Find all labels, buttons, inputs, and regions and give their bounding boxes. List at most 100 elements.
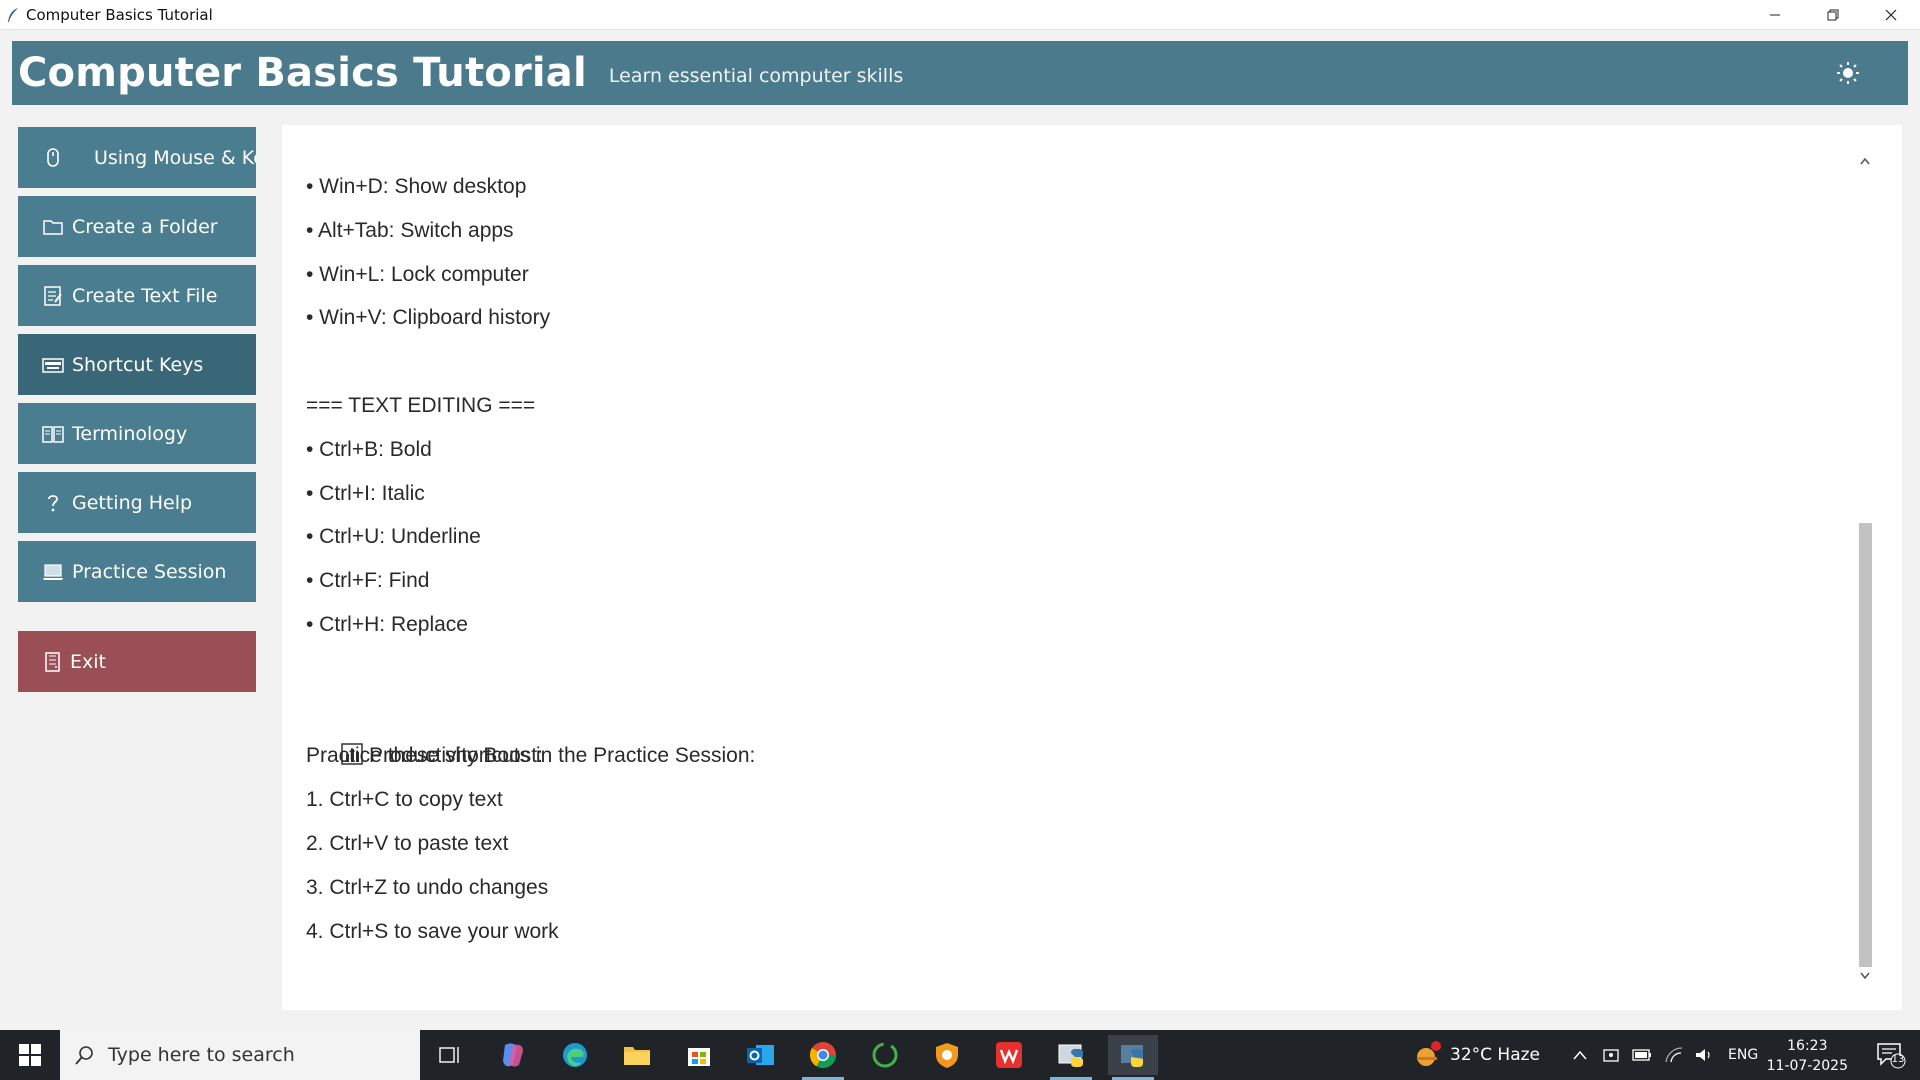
sidebar-item-getting-help[interactable]: Getting Help <box>18 472 256 533</box>
meet-now-icon[interactable] <box>1602 1046 1620 1064</box>
restore-button[interactable] <box>1804 0 1862 29</box>
window-titlebar: Computer Basics Tutorial <box>0 0 1920 30</box>
text-line: • Ctrl+H: Replace <box>306 612 468 636</box>
feather-icon <box>8 7 18 22</box>
vertical-scrollbar[interactable] <box>1856 152 1874 985</box>
sidebar-item-create-text-file[interactable]: Create Text File <box>18 265 256 326</box>
search-icon <box>75 1046 93 1065</box>
text-line <box>306 647 1806 691</box>
text-line: • Win+V: Clipboard history <box>306 306 551 330</box>
sidebar-item-label: Practice Session <box>72 560 227 583</box>
chevron-down-icon <box>1860 972 1870 980</box>
language-indicator[interactable]: ENG <box>1728 1047 1758 1063</box>
shield-icon <box>936 1043 958 1068</box>
text-line: • Ctrl+B: Bold <box>306 437 432 461</box>
outlook-icon <box>747 1045 774 1065</box>
restore-icon <box>1827 9 1839 20</box>
app-title: Computer Basics Tutorial <box>18 50 587 96</box>
scroll-up-button[interactable] <box>1856 152 1874 170</box>
search-placeholder: Type here to search <box>108 1044 295 1066</box>
chrome-app[interactable] <box>798 1035 848 1080</box>
windows-icon <box>19 1044 41 1066</box>
sidebar-item-practice-session[interactable]: Practice Session <box>18 541 256 602</box>
sidebar-item-using-mouse-keyboard[interactable]: Using Mouse & Keyboard <box>18 127 256 188</box>
volume-icon[interactable] <box>1694 1046 1714 1064</box>
book-icon <box>42 425 64 443</box>
weather-widget[interactable]: 32°C Haze <box>1414 1030 1540 1080</box>
text-line: 2. Ctrl+V to paste text <box>306 831 509 855</box>
copilot-icon <box>503 1043 523 1067</box>
sun-icon[interactable] <box>1836 61 1860 85</box>
app-header: Computer Basics Tutorial Learn essential… <box>12 41 1908 105</box>
sidebar-item-label: Create a Folder <box>72 215 218 238</box>
text-line: Practice these shortcuts in the Practice… <box>306 744 756 768</box>
window-title: Computer Basics Tutorial <box>26 5 213 24</box>
text-line: • Alt+Tab: Switch apps <box>306 218 514 242</box>
loader-app[interactable] <box>860 1035 910 1075</box>
python-window-icon <box>1058 1044 1083 1067</box>
task-view-button[interactable] <box>425 1035 475 1075</box>
store-icon <box>688 1048 710 1066</box>
chevron-up-icon[interactable] <box>1572 1049 1588 1061</box>
system-tray: ENG <box>1572 1030 1758 1080</box>
edge-app[interactable] <box>550 1035 600 1075</box>
copilot-app[interactable] <box>488 1035 538 1075</box>
laptop-icon <box>43 563 63 580</box>
task-view-icon <box>439 1047 459 1063</box>
weather-icon <box>1417 1041 1441 1066</box>
content-panel: • Win+D: Show desktop • Alt+Tab: Switch … <box>282 125 1902 1010</box>
start-button[interactable] <box>0 1030 60 1080</box>
text-line: 4. Ctrl+S to save your work <box>306 919 559 943</box>
file-explorer-app[interactable] <box>612 1035 662 1075</box>
sidebar-item-label: Using Mouse & Keyboard <box>94 146 256 169</box>
wps-app[interactable] <box>984 1035 1034 1075</box>
sidebar-item-label: Shortcut Keys <box>72 353 204 376</box>
door-icon <box>45 651 60 672</box>
productivity-heading: Productivity Boost: <box>306 691 1806 767</box>
text-line: • Win+L: Lock computer <box>306 262 529 286</box>
edge-icon <box>563 1043 587 1067</box>
circle-progress-icon <box>872 1042 898 1068</box>
exit-button[interactable]: Exit <box>18 631 256 692</box>
sidebar-item-create-folder[interactable]: Create a Folder <box>18 196 256 257</box>
text-line <box>306 340 1806 384</box>
scrollbar-thumb[interactable] <box>1859 523 1872 967</box>
clock-date: 11-07-2025 <box>1766 1058 1848 1074</box>
weather-text: 32°C Haze <box>1450 1045 1540 1065</box>
close-icon <box>1885 9 1897 20</box>
taskbar-search[interactable]: Type here to search <box>60 1030 420 1080</box>
sidebar-item-label: Create Text File <box>72 284 218 307</box>
minimize-icon <box>1770 14 1780 15</box>
python-idle-app[interactable] <box>1046 1035 1096 1080</box>
text-line: 1. Ctrl+C to copy text <box>306 788 503 812</box>
wifi-icon[interactable] <box>1664 1046 1684 1064</box>
chrome-icon <box>809 1042 837 1069</box>
clock[interactable]: 16:23 11-07-2025 <box>1767 1036 1848 1076</box>
folder-icon <box>624 1047 650 1065</box>
memo-icon <box>44 285 62 306</box>
text-line: • Win+D: Show desktop <box>306 175 527 198</box>
notification-center-button[interactable]: 13 <box>1876 1041 1906 1069</box>
text-line: • Ctrl+I: Italic <box>306 481 425 505</box>
lesson-text[interactable]: • Win+D: Show desktop • Alt+Tab: Switch … <box>306 165 1806 953</box>
outlook-app[interactable] <box>736 1035 786 1075</box>
mouse-icon <box>47 147 59 167</box>
vpn-app[interactable] <box>922 1035 972 1075</box>
question-icon <box>48 494 58 511</box>
store-app[interactable] <box>674 1035 724 1075</box>
battery-icon[interactable] <box>1632 1048 1652 1062</box>
python-icon <box>1121 1045 1143 1067</box>
minimize-button[interactable] <box>1746 0 1804 29</box>
folder-icon <box>43 219 63 235</box>
sidebar-item-shortcut-keys[interactable]: Shortcut Keys <box>18 334 256 395</box>
section-heading: === TEXT EDITING === <box>306 393 536 417</box>
python-app[interactable] <box>1108 1035 1158 1080</box>
close-button[interactable] <box>1862 0 1920 29</box>
sidebar-item-terminology[interactable]: Terminology <box>18 403 256 464</box>
scroll-down-button[interactable] <box>1856 967 1874 985</box>
taskbar: Type here to search 32°C Haze ENG 16:23 … <box>0 1030 1920 1080</box>
notification-count: 13 <box>1891 1054 1905 1065</box>
sidebar-item-label: Getting Help <box>72 491 193 514</box>
wps-icon <box>996 1042 1022 1068</box>
chevron-up-icon <box>1860 157 1870 165</box>
